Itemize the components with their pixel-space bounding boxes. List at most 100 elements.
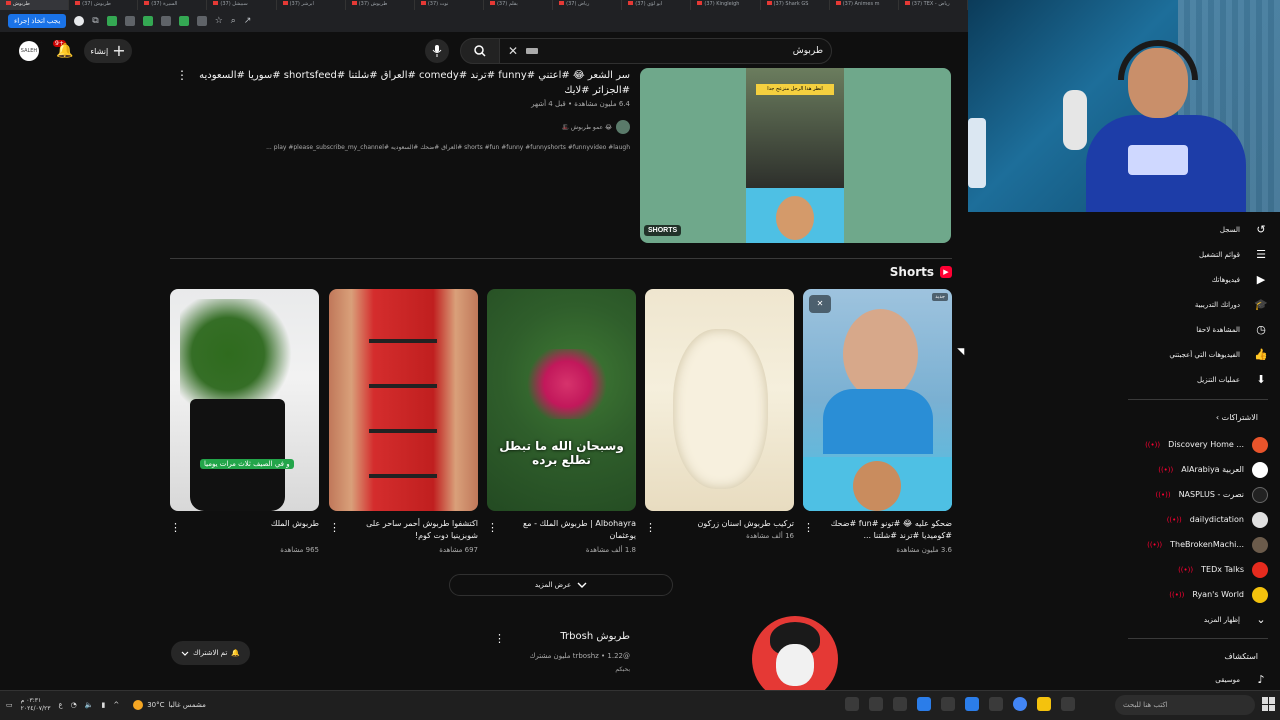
sidebar-show-more[interactable]: إظهار المزيد ⌄	[1128, 607, 1268, 632]
short-thumbnail[interactable]: جديد ✕	[803, 289, 952, 511]
sidebar-item-history[interactable]: السجل ↺	[1128, 217, 1268, 242]
more-options-icon[interactable]: ⋮	[803, 521, 814, 534]
bookmark-icon[interactable]	[178, 16, 189, 26]
sidebar-item-playlists[interactable]: قوائم التشغيل ☰	[1128, 242, 1268, 267]
short-title[interactable]: ضحكو عليه 😂 #تونو #fun #ضحك #كوميديا #تر…	[815, 518, 952, 542]
browser-tab[interactable]: (37) ابو لؤي	[622, 0, 692, 10]
subscription-item[interactable]: ((•)) Ryan's World	[1128, 582, 1268, 607]
search-icon[interactable]: ⌕	[231, 16, 236, 26]
sidebar-item-downloads[interactable]: عمليات التنزيل ⬇	[1128, 367, 1268, 392]
channel-name[interactable]: طربوش Trbosh	[440, 631, 630, 642]
sidebar-item-courses[interactable]: دوراتك التدريبية 🎓	[1128, 292, 1268, 317]
edge-icon[interactable]	[965, 697, 979, 711]
short-thumbnail[interactable]	[645, 289, 794, 511]
browser-tab[interactable]: (37) Animes m	[830, 0, 899, 10]
app-icon[interactable]	[941, 697, 955, 711]
more-options-icon[interactable]: ⋮	[329, 521, 340, 534]
clear-search-icon[interactable]: ✕	[508, 44, 518, 58]
language-icon[interactable]: ع	[58, 701, 62, 709]
short-thumbnail[interactable]	[329, 289, 478, 511]
subscription-item[interactable]: ((•)) Discovery Home ...	[1128, 432, 1268, 457]
browser-tab[interactable]: (37) Shark GS	[761, 0, 830, 10]
bookmark-icon[interactable]	[106, 16, 117, 26]
channel-name[interactable]: 🎩 عمو طربوش 😂	[561, 124, 612, 131]
subscriptions-heading[interactable]: الاشتراكات ›	[1128, 413, 1258, 422]
subscription-item[interactable]: ((•)) TheBrokenMachi...	[1128, 532, 1268, 557]
search-field[interactable]: ✕	[499, 38, 832, 64]
action-required-button[interactable]: يجب اتخاذ إجراء	[8, 14, 67, 28]
search-button[interactable]	[460, 38, 500, 64]
show-more-button[interactable]: عرض المزيد	[449, 574, 673, 596]
browser-tab[interactable]: (37) ابرشر	[277, 0, 346, 10]
more-options-icon[interactable]: ⋮	[645, 521, 656, 534]
browser-tab[interactable]: (37) طربوش	[69, 0, 139, 10]
bell-icon[interactable]: 🔔	[56, 42, 74, 60]
subscription-item[interactable]: ((•)) NASPLUS - نصرت	[1128, 482, 1268, 507]
short-card[interactable]: و في الصيف ثلاث مرات يوميا ⋮ طربوش الملك…	[170, 289, 319, 554]
video-title[interactable]: سر الشعر 😂 #اعتني #funny #ترند #comedy #…	[196, 68, 630, 98]
chevron-up-icon[interactable]: ^	[113, 701, 119, 709]
short-card[interactable]: ⋮ تركيب طربوش اسنان زركون 16 ألف مشاهدة	[645, 289, 794, 540]
clock[interactable]: ٠٣:٣١ م ٢٠٢٤/٠٧/٢٣	[21, 697, 51, 713]
sidebar-item-watch-later[interactable]: المشاهدة لاحقا ◷	[1128, 317, 1268, 342]
sidebar-item-your-videos[interactable]: فيديوهاتك ▶	[1128, 267, 1268, 292]
bookmark-icon[interactable]	[160, 16, 171, 26]
bookmark-icon[interactable]	[196, 16, 207, 26]
chrome-icon[interactable]	[1013, 697, 1027, 711]
short-title[interactable]: Albohayra | طربوش الملك - مع يوعثمان	[499, 518, 636, 542]
app-icon[interactable]	[917, 697, 931, 711]
taskbar-search[interactable]: اكتب هنا للبحث	[1115, 695, 1255, 715]
store-icon[interactable]	[989, 697, 1003, 711]
short-card[interactable]: وسبحان الله ما تبطل تطلع برده ⋮ Albohayr…	[487, 289, 636, 554]
browser-tab[interactable]: طربوش	[0, 0, 70, 10]
short-card[interactable]: ⋮ اكتشفوا طربوش أحمر ساحر على شوبزينيا د…	[329, 289, 478, 554]
weather-widget[interactable]: 30°C مشمس غالبا	[133, 700, 206, 710]
subscription-item[interactable]: ((•)) AlArabiya العربية	[1128, 457, 1268, 482]
browser-tab[interactable]: (37) السيرة	[138, 0, 208, 10]
windows-start-icon[interactable]	[1262, 697, 1276, 711]
subscribed-button[interactable]: تم الاشتراك 🔔	[171, 641, 250, 665]
subscription-item[interactable]: ((•)) TEDx Talks	[1128, 557, 1268, 582]
browser-tab[interactable]: (37) Kingleigh	[691, 0, 761, 10]
sidebar-item-music[interactable]: موسيقى ♪	[1128, 667, 1268, 692]
short-thumbnail[interactable]: و في الصيف ثلاث مرات يوميا	[170, 289, 319, 511]
browser-tab[interactable]: (37) نوت	[415, 0, 484, 10]
browser-tab[interactable]: (37) رياض	[553, 0, 623, 10]
short-card[interactable]: جديد ✕ ⋮ ضحكو عليه 😂 #تونو #fun #ضحك #كو…	[803, 289, 952, 554]
browser-tab[interactable]: (37) سبيشل	[207, 0, 277, 10]
browser-tab[interactable]: (37) طربوش	[346, 0, 415, 10]
search-input[interactable]	[546, 46, 823, 56]
mute-icon[interactable]: ✕	[809, 295, 831, 313]
channel-avatar[interactable]	[616, 120, 630, 134]
app-icon[interactable]	[845, 697, 859, 711]
sidebar-item-liked[interactable]: الفيديوهات التي أعجبتني 👍	[1128, 342, 1268, 367]
profile-icon[interactable]	[74, 16, 85, 26]
bookmark-icon[interactable]	[142, 16, 153, 26]
short-thumbnail[interactable]: وسبحان الله ما تبطل تطلع برده	[487, 289, 636, 511]
settings-icon[interactable]	[869, 697, 883, 711]
task-view-icon[interactable]	[1061, 697, 1075, 711]
channel-row[interactable]: 🎩 عمو طربوش 😂	[400, 120, 630, 134]
extensions-icon[interactable]: ⧉	[92, 16, 98, 26]
video-thumbnail[interactable]: انظر هذا الرجل منزعج جدا SHORTS	[640, 68, 951, 243]
subscription-item[interactable]: ((•)) dailydictation	[1128, 507, 1268, 532]
notifications-icon[interactable]: ▭	[6, 701, 13, 709]
account-avatar[interactable]: SALEH	[19, 41, 39, 61]
battery-icon[interactable]: ▮	[101, 701, 105, 709]
keyboard-icon[interactable]	[526, 48, 539, 54]
browser-tab[interactable]: (37) TEX - رياض	[899, 0, 968, 10]
more-options-icon[interactable]: ⋮	[487, 521, 498, 534]
short-title[interactable]: تركيب طربوش اسنان زركون	[657, 518, 794, 530]
star-icon[interactable]: ☆	[215, 16, 223, 26]
share-icon[interactable]: ↗	[244, 16, 252, 26]
file-explorer-icon[interactable]	[1037, 697, 1051, 711]
voice-search-button[interactable]	[425, 39, 449, 63]
short-title[interactable]: طربوش الملك	[182, 518, 319, 530]
app-icon[interactable]	[893, 697, 907, 711]
more-options-icon[interactable]: ⋮	[170, 521, 181, 534]
bookmark-icon[interactable]	[124, 16, 135, 26]
browser-tab[interactable]: (37) بقلم	[484, 0, 554, 10]
more-options-icon[interactable]: ⋮	[176, 68, 188, 82]
wifi-icon[interactable]: ◔	[71, 701, 77, 709]
create-button[interactable]: إنشاء +	[84, 39, 132, 63]
